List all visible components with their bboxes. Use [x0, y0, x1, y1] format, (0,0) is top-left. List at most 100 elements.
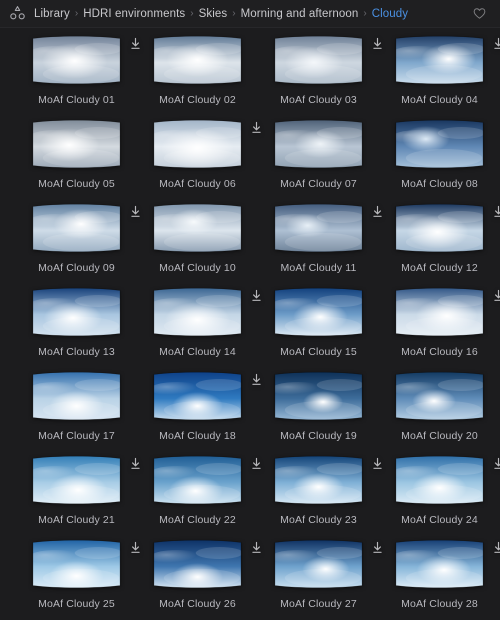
breadcrumb: Library › HDRI environments › Skies › Mo… — [34, 8, 470, 20]
download-arrow-icon[interactable] — [491, 456, 500, 471]
asset-card[interactable]: MoAf Cloudy 14 — [140, 286, 261, 370]
hdri-thumbnail[interactable] — [152, 35, 243, 85]
hdri-thumbnail[interactable] — [394, 371, 485, 421]
breadcrumb-item-skies[interactable]: Skies — [199, 8, 228, 20]
hdri-thumbnail[interactable] — [31, 35, 140, 85]
asset-card[interactable]: MoAf Cloudy 12 — [382, 202, 500, 286]
download-arrow-icon[interactable] — [491, 288, 500, 303]
asset-label: MoAf Cloudy 19 — [280, 430, 357, 442]
asset-card[interactable]: MoAf Cloudy 16 — [382, 286, 500, 370]
asset-label: MoAf Cloudy 26 — [159, 598, 236, 610]
download-arrow-icon[interactable] — [491, 540, 500, 555]
heart-outline-icon[interactable] — [470, 5, 488, 23]
asset-label: MoAf Cloudy 20 — [401, 430, 478, 442]
asset-card[interactable]: MoAf Cloudy 13 — [19, 286, 134, 370]
asset-label: MoAf Cloudy 13 — [38, 346, 115, 358]
asset-card[interactable]: MoAf Cloudy 19 — [261, 370, 376, 454]
hdri-thumbnail[interactable] — [273, 35, 382, 85]
hdri-thumbnail[interactable] — [31, 455, 140, 505]
breadcrumb-separator-icon: › — [74, 7, 79, 19]
breadcrumb-item-hdri-environments[interactable]: HDRI environments — [83, 8, 185, 20]
hdri-thumbnail[interactable] — [31, 287, 122, 337]
asset-card[interactable]: MoAf Cloudy 09 — [19, 202, 140, 286]
breadcrumb-separator-icon: › — [190, 7, 194, 19]
asset-label: MoAf Cloudy 25 — [38, 598, 115, 610]
asset-card[interactable]: MoAf Cloudy 25 — [19, 538, 140, 620]
hdri-thumbnail[interactable] — [273, 287, 364, 337]
download-arrow-icon[interactable] — [491, 36, 500, 51]
hdri-thumbnail[interactable] — [31, 119, 122, 169]
asset-label: MoAf Cloudy 04 — [401, 94, 478, 106]
asset-card[interactable]: MoAf Cloudy 24 — [382, 454, 500, 538]
header-bar: Library › HDRI environments › Skies › Mo… — [0, 0, 500, 28]
hdri-thumbnail[interactable] — [394, 287, 500, 337]
hdri-thumbnail[interactable] — [273, 203, 382, 253]
hdri-thumbnail[interactable] — [152, 539, 261, 589]
asset-card[interactable]: MoAf Cloudy 02 — [140, 34, 255, 118]
asset-card[interactable]: MoAf Cloudy 26 — [140, 538, 261, 620]
asset-label: MoAf Cloudy 06 — [159, 178, 236, 190]
asset-label: MoAf Cloudy 23 — [280, 514, 357, 526]
hdri-thumbnail[interactable] — [31, 539, 140, 589]
hdri-thumbnail[interactable] — [152, 203, 243, 253]
asset-card[interactable]: MoAf Cloudy 04 — [382, 34, 500, 118]
asset-label: MoAf Cloudy 01 — [38, 94, 115, 106]
hdri-thumbnail[interactable] — [394, 203, 500, 253]
hdri-thumbnail[interactable] — [273, 539, 382, 589]
breadcrumb-separator-icon: › — [232, 7, 236, 19]
asset-label: MoAf Cloudy 08 — [401, 178, 478, 190]
asset-card[interactable]: MoAf Cloudy 07 — [261, 118, 376, 202]
breadcrumb-separator-icon: › — [363, 7, 367, 19]
hdri-thumbnail[interactable] — [152, 455, 261, 505]
shapes-hierarchy-icon[interactable] — [9, 5, 26, 22]
breadcrumb-item-library[interactable]: Library — [34, 8, 70, 20]
hdri-thumbnail[interactable] — [152, 119, 261, 169]
asset-label: MoAf Cloudy 21 — [38, 514, 115, 526]
asset-label: MoAf Cloudy 03 — [280, 94, 357, 106]
hdri-thumbnail[interactable] — [152, 371, 261, 421]
hdri-thumbnail[interactable] — [273, 371, 364, 421]
hdri-thumbnail[interactable] — [394, 119, 485, 169]
asset-card[interactable]: MoAf Cloudy 06 — [140, 118, 261, 202]
hdri-thumbnail[interactable] — [273, 119, 364, 169]
asset-label: MoAf Cloudy 16 — [401, 346, 478, 358]
asset-grid: MoAf Cloudy 01 MoAf Cloudy 02 MoAf Cloudy … — [0, 28, 500, 620]
asset-card[interactable]: MoAf Cloudy 17 — [19, 370, 134, 454]
asset-label: MoAf Cloudy 02 — [159, 94, 236, 106]
hdri-thumbnail[interactable] — [394, 35, 500, 85]
asset-card[interactable]: MoAf Cloudy 03 — [261, 34, 382, 118]
hdri-thumbnail[interactable] — [273, 455, 382, 505]
asset-card[interactable]: MoAf Cloudy 10 — [140, 202, 255, 286]
asset-label: MoAf Cloudy 14 — [159, 346, 236, 358]
asset-label: MoAf Cloudy 28 — [401, 598, 478, 610]
breadcrumb-item-cloudy[interactable]: Cloudy — [372, 8, 408, 20]
asset-card[interactable]: MoAf Cloudy 20 — [382, 370, 497, 454]
hdri-thumbnail[interactable] — [31, 371, 122, 421]
asset-label: MoAf Cloudy 18 — [159, 430, 236, 442]
asset-label: MoAf Cloudy 11 — [280, 262, 357, 274]
asset-card[interactable]: MoAf Cloudy 18 — [140, 370, 261, 454]
asset-card[interactable]: MoAf Cloudy 11 — [261, 202, 382, 286]
asset-label: MoAf Cloudy 12 — [401, 262, 478, 274]
asset-label: MoAf Cloudy 17 — [38, 430, 115, 442]
hdri-thumbnail[interactable] — [394, 539, 500, 589]
asset-label: MoAf Cloudy 22 — [159, 514, 236, 526]
asset-label: MoAf Cloudy 15 — [280, 346, 357, 358]
asset-card[interactable]: MoAf Cloudy 23 — [261, 454, 382, 538]
asset-card[interactable]: MoAf Cloudy 22 — [140, 454, 261, 538]
breadcrumb-item-morning-and-afternoon[interactable]: Morning and afternoon — [241, 8, 359, 20]
asset-card[interactable]: MoAf Cloudy 28 — [382, 538, 500, 620]
asset-card[interactable]: MoAf Cloudy 27 — [261, 538, 382, 620]
asset-label: MoAf Cloudy 09 — [38, 262, 115, 274]
asset-card[interactable]: MoAf Cloudy 15 — [261, 286, 376, 370]
asset-card[interactable]: MoAf Cloudy 08 — [382, 118, 497, 202]
asset-label: MoAf Cloudy 24 — [401, 514, 478, 526]
hdri-thumbnail[interactable] — [152, 287, 261, 337]
asset-card[interactable]: MoAf Cloudy 21 — [19, 454, 140, 538]
asset-card[interactable]: MoAf Cloudy 01 — [19, 34, 140, 118]
asset-card[interactable]: MoAf Cloudy 05 — [19, 118, 134, 202]
hdri-thumbnail[interactable] — [394, 455, 500, 505]
asset-label: MoAf Cloudy 05 — [38, 178, 115, 190]
hdri-thumbnail[interactable] — [31, 203, 140, 253]
download-arrow-icon[interactable] — [491, 204, 500, 219]
